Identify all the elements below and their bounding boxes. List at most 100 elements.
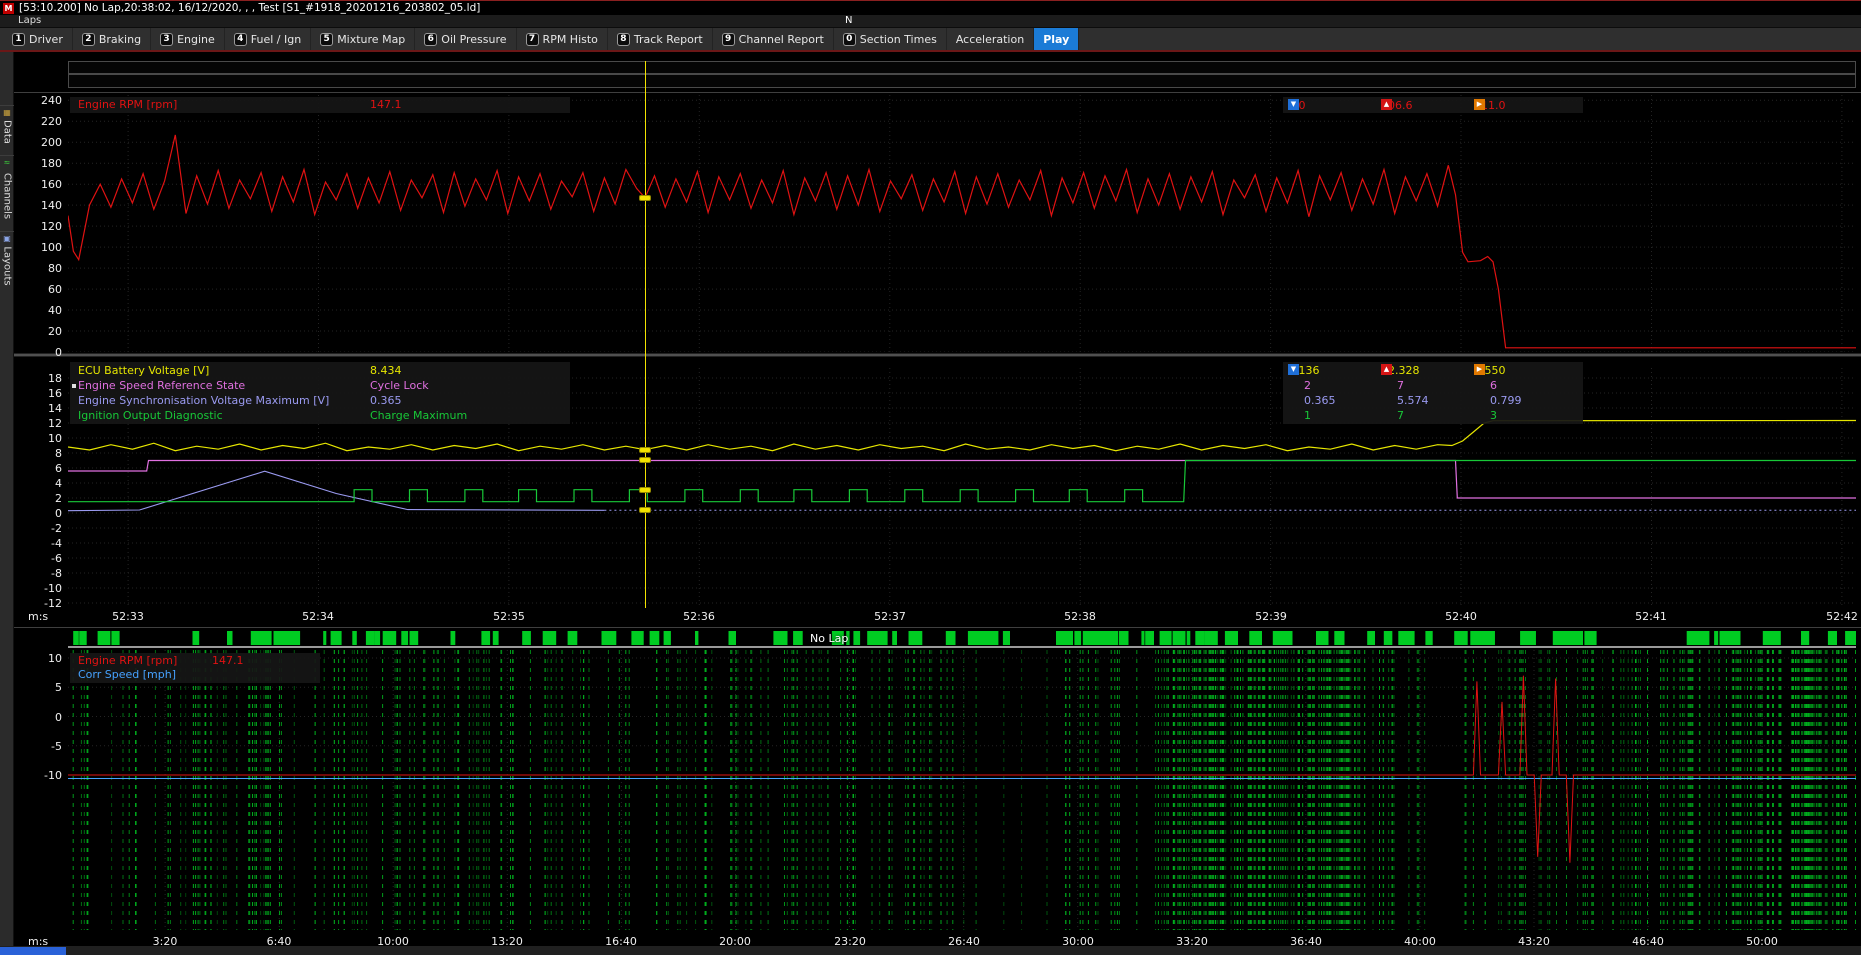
chart-overview[interactable]	[68, 650, 1856, 930]
tab-section-times[interactable]: 0Section Times	[834, 28, 947, 50]
x-axis-tick-label: 13:20	[484, 935, 530, 948]
x-axis-tick-label: 52:36	[676, 610, 722, 623]
max-icon: ▲	[1381, 99, 1392, 110]
tab-label: Channel Report	[739, 33, 824, 46]
x-axis-tick-label: 10:00	[370, 935, 416, 948]
motec-i2-window: M [53:10.200] No Lap,20:38:02, 16/12/202…	[0, 0, 1861, 955]
divider-between-charts[interactable]	[14, 353, 1861, 357]
stat-value: 0.799	[1490, 394, 1522, 407]
data-tab-icon: ▦	[0, 108, 14, 118]
tab-play[interactable]: Play	[1034, 28, 1079, 50]
time-ruler-top[interactable]	[68, 61, 1856, 74]
volt-chart-legend: ECU Battery Voltage [V]8.434Engine Speed…	[70, 362, 570, 424]
stat-cell: 6	[1490, 379, 1497, 394]
sidebar-item-layouts[interactable]: ▣Layouts	[0, 231, 14, 293]
stat-cell: 3	[1490, 409, 1497, 424]
channel-name[interactable]: Engine RPM [rpm]	[78, 98, 177, 111]
channel-name[interactable]: ECU Battery Voltage [V]	[78, 364, 209, 377]
x-axis-tick-label: 52:41	[1628, 610, 1674, 623]
tab-label: Driver	[29, 33, 63, 46]
bottom-left-blue-strip	[0, 947, 66, 955]
y-axis-tick-label: 80	[26, 262, 62, 275]
tab-rpm-histo[interactable]: 7RPM Histo	[517, 28, 608, 50]
y-axis-tick-label: -10	[26, 582, 62, 595]
chart-rpm[interactable]	[68, 95, 1856, 352]
tab-label: Acceleration	[956, 33, 1024, 46]
y-axis-tick-label: 18	[26, 372, 62, 385]
y-axis-tick-label: 0	[26, 507, 62, 520]
channel-name[interactable]: Ignition Output Diagnostic	[78, 409, 223, 422]
stat-cell: 0.799	[1490, 394, 1522, 409]
x-axis-tick-label: 3:20	[142, 935, 188, 948]
tab-number-badge: 4	[234, 33, 247, 46]
cursor-value-marker[interactable]	[639, 487, 651, 493]
y-axis-tick-label: -6	[26, 552, 62, 565]
tab-braking[interactable]: 2Braking	[73, 28, 151, 50]
tab-bar: 1Driver2Braking 3 Engine 4Fuel / Ign5Mixtur…	[0, 28, 1861, 52]
tab-fuel-ign[interactable]: 4Fuel / Ign	[225, 28, 311, 50]
y-axis-tick-label: 5	[26, 681, 62, 694]
legend-row: ECU Battery Voltage [V]8.434	[70, 364, 570, 379]
tab-driver[interactable]: 1Driver	[3, 28, 73, 50]
cursor-value-marker[interactable]	[639, 195, 651, 201]
x-axis-tick-label: 40:00	[1397, 935, 1443, 948]
y-axis-tick-label: 60	[26, 283, 62, 296]
cursor-value: 147.1	[212, 654, 244, 667]
time-cursor[interactable]	[645, 61, 646, 608]
y-axis-tick-label: 10	[26, 652, 62, 665]
y-axis-tick-label: 100	[26, 241, 62, 254]
stat-value: 3	[1490, 409, 1497, 422]
tab-mixture-map[interactable]: 5Mixture Map	[311, 28, 415, 50]
tab-oil-pressure[interactable]: 6Oil Pressure	[415, 28, 516, 50]
tab-number-badge: 3	[160, 33, 173, 46]
sidebar-item-channels[interactable]: ≈Channels	[0, 155, 14, 229]
channel-name[interactable]: Corr Speed [mph]	[78, 668, 176, 681]
time-ruler-bottom[interactable]	[68, 74, 1856, 88]
cursor-value-marker[interactable]	[639, 507, 651, 513]
channel-name[interactable]: Engine RPM [rpm]	[78, 654, 177, 667]
y-axis-tick-label: 8	[26, 447, 62, 460]
x-axis-unit-label: m:s	[28, 610, 48, 623]
min-icon: ▼	[1288, 364, 1299, 375]
x-axis-tick-label: 50:00	[1739, 935, 1785, 948]
avg-icon: ▶	[1474, 364, 1485, 375]
title-bar[interactable]: M [53:10.200] No Lap,20:38:02, 16/12/202…	[0, 0, 1861, 15]
channel-name[interactable]: Engine Synchronisation Voltage Maximum […	[78, 394, 329, 407]
x-axis-tick-label: 52:42	[1819, 610, 1861, 623]
x-axis-tick-label: 52:35	[486, 610, 532, 623]
cursor-value-marker[interactable]	[639, 457, 651, 463]
x-axis-tick-label: 52:38	[1057, 610, 1103, 623]
tab-channel-report[interactable]: 9Channel Report	[713, 28, 834, 50]
tab-number-badge: 0	[843, 33, 856, 46]
chart-lapstrip[interactable]	[68, 630, 1856, 646]
x-axis-tick-label: 43:20	[1511, 935, 1557, 948]
sidebar-item-data[interactable]: ▦Data	[0, 105, 14, 153]
lap-strip-divider	[68, 646, 1856, 648]
stat-cell: 0.365	[1304, 394, 1336, 409]
tab-track-report[interactable]: 8Track Report	[608, 28, 713, 50]
stat-cell: 2	[1304, 379, 1311, 394]
tab-number-badge: 6	[424, 33, 437, 46]
min-icon: ▼	[1288, 99, 1299, 110]
window-title: [53:10.200] No Lap,20:38:02, 16/12/2020,…	[19, 2, 480, 14]
channels-tab-icon: ≈	[0, 158, 14, 168]
overview-legend: Engine RPM [rpm] 147.1 Corr Speed [mph]	[70, 653, 320, 683]
y-axis-tick-label: 240	[26, 94, 62, 107]
y-axis-tick-label: 6	[26, 462, 62, 475]
legend-row: Engine Speed Reference StateCycle Lock	[70, 379, 570, 394]
x-axis-tick-label: 33:20	[1169, 935, 1215, 948]
laps-bar[interactable]: Laps N	[0, 15, 1861, 28]
tab-label: Engine	[177, 33, 215, 46]
channel-name[interactable]: Engine Speed Reference State	[78, 379, 245, 392]
max-icon: ▲	[1381, 364, 1392, 375]
tab-acceleration[interactable]: Acceleration	[947, 28, 1034, 50]
x-axis-tick-label: 52:33	[105, 610, 151, 623]
tab-engine[interactable]: 3 Engine	[151, 28, 225, 50]
stat-value: 0.365	[1304, 394, 1336, 407]
x-axis-tick-label: 52:40	[1438, 610, 1484, 623]
cursor-value-marker[interactable]	[639, 447, 651, 453]
x-axis-tick-label: 23:20	[827, 935, 873, 948]
tab-number-badge: 7	[526, 33, 539, 46]
legend-row: Ignition Output DiagnosticCharge Maximum	[70, 409, 570, 424]
stat-cell: 1	[1304, 409, 1311, 424]
